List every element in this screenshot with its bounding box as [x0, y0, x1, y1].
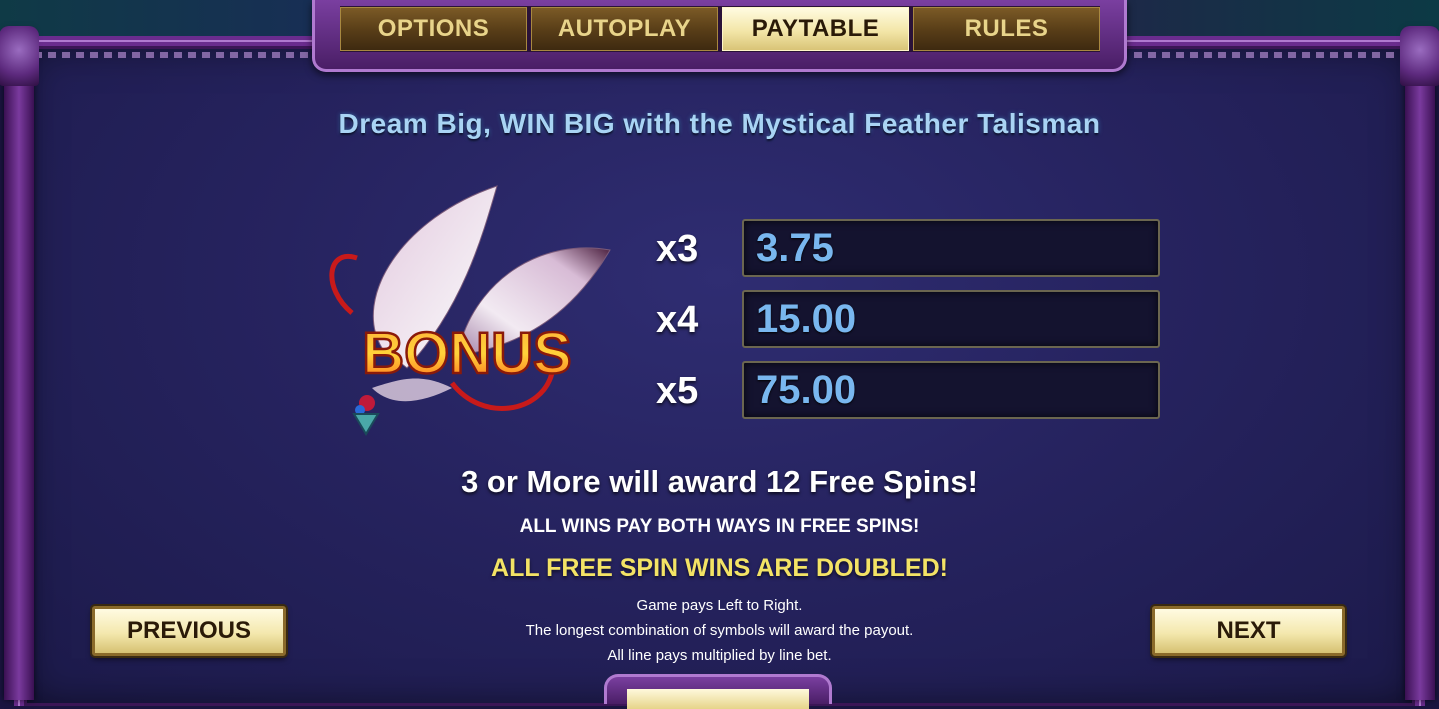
- frame-ornament: [1134, 52, 1414, 58]
- payout-value: 15.00: [756, 296, 857, 341]
- payout-value-box: 3.75: [742, 219, 1160, 277]
- payout-multiplier: x5: [656, 370, 699, 412]
- feather-talisman-bonus-icon: BONUS: [312, 178, 622, 443]
- free-spins-award-text: 3 or More will award 12 Free Spins!: [461, 464, 978, 499]
- payout-value-box: 15.00: [742, 290, 1160, 348]
- payout-value: 3.75: [756, 225, 834, 270]
- wins-doubled-text: ALL FREE SPIN WINS ARE DOUBLED!: [491, 554, 948, 582]
- tab-bar: OPTIONS AUTOPLAY PAYTABLE RULES: [340, 6, 1100, 52]
- tab-autoplay[interactable]: AUTOPLAY: [531, 7, 718, 51]
- next-button[interactable]: NEXT: [1152, 606, 1345, 656]
- frame-ornament: [34, 52, 314, 58]
- tab-rules[interactable]: RULES: [913, 7, 1100, 51]
- previous-button[interactable]: PREVIOUS: [92, 606, 286, 656]
- left-wolf-statue-icon: [0, 26, 39, 86]
- payout-value: 75.00: [756, 367, 857, 412]
- right-wolf-statue-icon: [1400, 26, 1439, 86]
- svg-text:BONUS: BONUS: [362, 321, 571, 386]
- payout-multiplier: x4: [656, 299, 699, 341]
- tab-options[interactable]: OPTIONS: [340, 7, 527, 51]
- both-ways-text: ALL WINS PAY BOTH WAYS IN FREE SPINS!: [519, 516, 920, 537]
- paytable-headline: Dream Big, WIN BIG with the Mystical Fea…: [338, 108, 1101, 139]
- tab-paytable[interactable]: PAYTABLE: [722, 7, 909, 51]
- payout-value-box: 75.00: [742, 361, 1160, 419]
- payout-multiplier: x3: [656, 228, 699, 270]
